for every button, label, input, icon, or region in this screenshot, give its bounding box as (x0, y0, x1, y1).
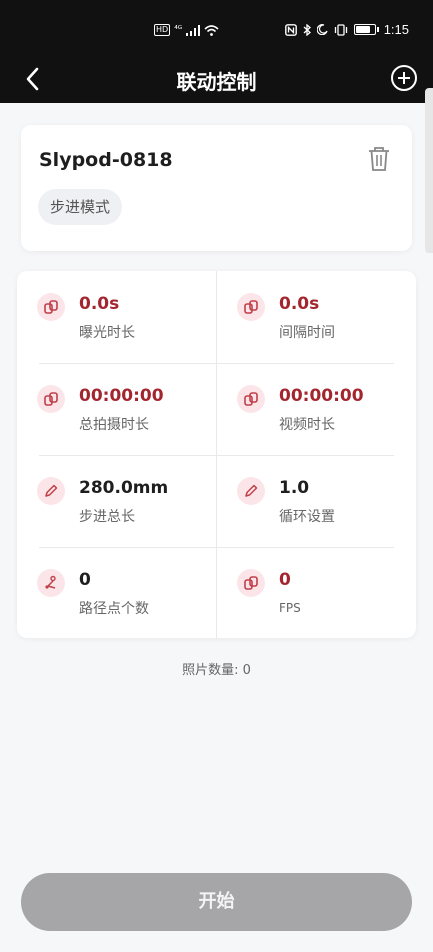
status-bar: HD ⁴ᴳ 1:15 (0, 0, 433, 56)
param-label: 曝光时长 (79, 325, 135, 341)
param-label: 间隔时间 (279, 325, 335, 341)
wifi-icon (204, 24, 219, 36)
bluetooth-icon (303, 23, 311, 36)
divider (216, 271, 217, 638)
link-icon (37, 293, 65, 321)
param-video-duration[interactable]: 00:00:00 视频时长 (217, 363, 395, 455)
pencil-icon (237, 477, 265, 505)
battery-icon (353, 24, 379, 35)
scroll-indicator (425, 88, 433, 253)
param-total-shoot-time[interactable]: 00:00:00 总拍摄时长 (17, 363, 195, 455)
param-loop-setting[interactable]: 1.0 循环设置 (217, 455, 395, 547)
plus-circle-icon[interactable] (391, 65, 417, 91)
page-title: 联动控制 (176, 70, 257, 94)
moon-icon (316, 24, 328, 35)
status-right: 1:15 (284, 22, 409, 37)
param-value: 280.0mm (79, 478, 169, 498)
params-card: 0.0s 曝光时长 0.0s 间隔时间 00:00:00 总拍摄时长 00:00… (17, 271, 416, 638)
pencil-icon (37, 477, 65, 505)
param-step-length[interactable]: 280.0mm 步进总长 (17, 455, 195, 547)
param-label: 总拍摄时长 (79, 417, 149, 433)
param-value: 0 (279, 570, 291, 590)
param-label: FPS (279, 601, 301, 615)
param-interval[interactable]: 0.0s 间隔时间 (217, 271, 395, 363)
device-name: Slypod-0818 (39, 149, 173, 171)
param-label: 循环设置 (279, 509, 335, 525)
device-card[interactable]: Slypod-0818 步进模式 (21, 125, 412, 251)
param-label: 步进总长 (79, 509, 135, 525)
link-icon (237, 293, 265, 321)
param-value: 0.0s (279, 294, 320, 314)
status-left: HD ⁴ᴳ (154, 24, 219, 36)
param-value: 00:00:00 (79, 386, 164, 406)
param-value: 0.0s (79, 294, 120, 314)
mode-badge[interactable]: 步进模式 (38, 189, 123, 225)
param-label: 路径点个数 (79, 601, 149, 617)
trash-icon[interactable] (367, 145, 391, 173)
param-waypoints[interactable]: 0 路径点个数 (17, 547, 195, 639)
nav-bar: 联动控制 (0, 56, 433, 103)
status-time: 1:15 (383, 22, 409, 37)
start-button[interactable]: 开始 (21, 873, 412, 931)
link-icon (237, 385, 265, 413)
route-icon (37, 569, 65, 597)
param-fps[interactable]: 0 FPS (217, 547, 395, 639)
4g-icon: ⁴ᴳ (174, 25, 183, 35)
param-exposure[interactable]: 0.0s 曝光时长 (17, 271, 195, 363)
link-icon (37, 385, 65, 413)
vibrate-icon (334, 23, 347, 36)
param-label: 视频时长 (279, 417, 335, 433)
signal-icon (186, 24, 201, 36)
param-value: 1.0 (279, 478, 310, 498)
photo-count: 照片数量: 0 (182, 663, 251, 678)
link-icon (237, 569, 265, 597)
param-value: 0 (79, 570, 91, 590)
hd-icon: HD (154, 24, 171, 36)
param-value: 00:00:00 (279, 386, 364, 406)
nfc-icon (284, 23, 297, 36)
